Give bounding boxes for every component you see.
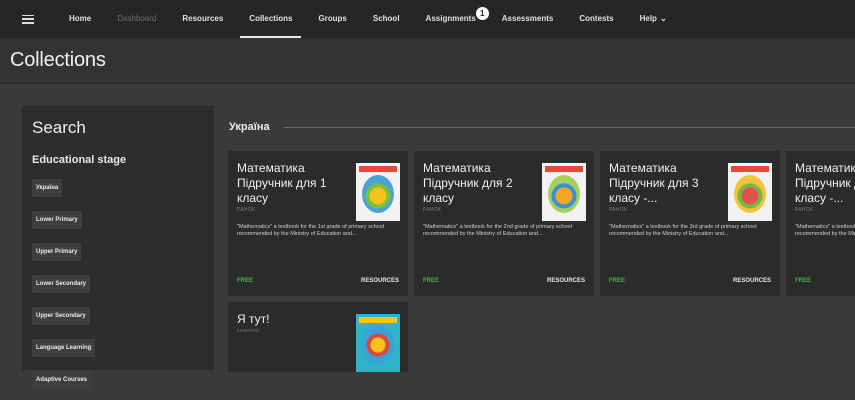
- card-title: Математика Підручник для 1 класу: [237, 161, 327, 205]
- card-description: "Mathematics" a textbook for the 1st gra…: [237, 224, 384, 237]
- card-title: Я тут!: [237, 312, 270, 326]
- card-description: "Mathematics" a textbook for the 4th gra…: [795, 224, 855, 237]
- search-sidebar: Search Educational stage Україна Lower P…: [22, 106, 214, 389]
- card-description: "Mathematics" a textbook for the 3rd gra…: [609, 224, 757, 237]
- resources-link[interactable]: RESOURCES: [361, 278, 399, 284]
- resources-link[interactable]: RESOURCES: [547, 278, 585, 284]
- filter-upper-primary[interactable]: Upper Primary: [32, 243, 82, 261]
- nav-home[interactable]: Home: [56, 0, 104, 38]
- collection-card[interactable]: Математика Підручник для 3 класу -... РА…: [600, 151, 780, 296]
- filter-language-learning[interactable]: Language Learning: [32, 339, 96, 357]
- educational-stage-label: Educational stage: [32, 154, 127, 166]
- book-cover-image: [542, 163, 586, 221]
- nav-assessments[interactable]: Assessments: [489, 0, 567, 38]
- book-cover-image: [728, 163, 772, 221]
- filter-lower-secondary[interactable]: Lower Secondary: [32, 275, 91, 293]
- collection-card[interactable]: Я тут! Learnetic: [228, 302, 408, 372]
- nav-contests[interactable]: Contests: [566, 0, 626, 38]
- section-title: Україна: [229, 121, 270, 133]
- price-label: FREE: [423, 278, 440, 284]
- book-cover-image: [356, 314, 400, 372]
- notification-badge: 1: [475, 7, 489, 20]
- nav-help-label: Help: [639, 14, 657, 23]
- card-publisher: РАНОК: [795, 207, 814, 213]
- top-navigation: Home Dashboard Resources Collections Gro…: [0, 0, 855, 38]
- chevron-down-icon: ⌄: [659, 14, 667, 23]
- card-title: Математика Підручник для 3 класу -...: [609, 161, 699, 205]
- nav-dashboard[interactable]: Dashboard: [104, 0, 169, 38]
- resources-link[interactable]: RESOURCES: [733, 278, 771, 284]
- filter-adaptive-courses[interactable]: Adaptive Courses: [32, 371, 92, 389]
- section-header: Україна: [229, 121, 855, 133]
- nav-assignments-label: Assignments: [425, 14, 476, 23]
- nav-help[interactable]: Help ⌄: [627, 0, 680, 38]
- collection-card[interactable]: Математика Підручник для 1 класу РАНОК "…: [228, 151, 408, 296]
- collection-card[interactable]: Математика Підручник для 2 класу РАНОК "…: [414, 151, 594, 296]
- filter-lower-primary[interactable]: Lower Primary: [32, 211, 82, 229]
- hamburger-menu-icon[interactable]: [22, 14, 34, 24]
- nav-school[interactable]: School: [360, 0, 413, 38]
- price-label: FREE: [609, 278, 626, 284]
- nav-assignments[interactable]: Assignments 1: [413, 0, 489, 38]
- nav-collections[interactable]: Collections: [236, 0, 305, 38]
- filter-upper-secondary[interactable]: Upper Secondary: [32, 307, 90, 325]
- section-divider: [283, 126, 855, 128]
- book-cover-image: [356, 163, 400, 221]
- page-title: Collections: [10, 49, 106, 71]
- collections-main: Україна Математика Підручник для 1 класу…: [220, 106, 855, 372]
- search-title: Search: [32, 118, 86, 137]
- price-label: FREE: [237, 278, 254, 284]
- page-header: Collections: [0, 38, 855, 84]
- card-description: "Mathematics" a textbook for the 2nd gra…: [423, 224, 572, 237]
- price-label: FREE: [795, 278, 812, 284]
- card-title: Математика Підручник для 2 класу: [423, 161, 513, 205]
- card-title: Математика Підручник для 4 класу -...: [795, 161, 855, 205]
- collection-card[interactable]: Математика Підручник для 4 класу -... РА…: [786, 151, 855, 296]
- nav-groups[interactable]: Groups: [305, 0, 359, 38]
- nav-resources[interactable]: Resources: [169, 0, 236, 38]
- filter-ukraine[interactable]: Україна: [32, 179, 63, 197]
